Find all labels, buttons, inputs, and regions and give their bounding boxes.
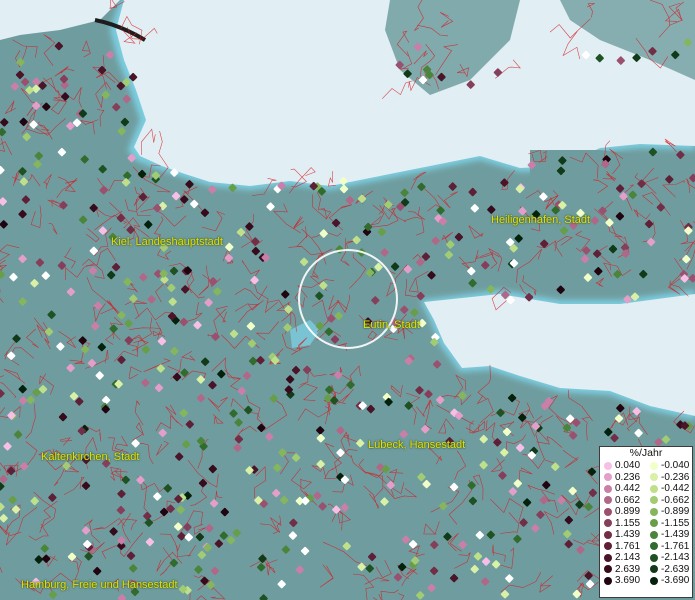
- legend-swatch: [604, 473, 612, 482]
- legend-title: %/Jahr: [629, 447, 663, 459]
- legend-entry-positive: 2.143: [600, 552, 646, 564]
- legend-entry-negative: -0.442: [646, 483, 692, 495]
- legend-entry-positive: 0.662: [600, 495, 646, 507]
- legend-label: 1.439: [615, 529, 641, 540]
- legend-swatch: [604, 461, 612, 470]
- place-label-heiligenhafen: Heiligenhafen, Stadt: [491, 214, 591, 226]
- legend-label: -1.439: [661, 529, 690, 540]
- legend-entry-negative: -2.639: [646, 564, 692, 576]
- legend-negative-column: -0.040 -0.236 -0.442 -0.662 -0.899 -1.155 -1.4…: [646, 460, 692, 587]
- legend-entry-positive: 1.155: [600, 518, 646, 530]
- legend-entry-negative: -0.040: [646, 460, 692, 472]
- map-canvas[interactable]: [0, 0, 695, 600]
- legend-label: 0.899: [615, 506, 641, 517]
- legend-swatch: [604, 542, 612, 551]
- legend-label: 3.690: [615, 575, 641, 586]
- legend-label: -0.662: [661, 494, 690, 506]
- legend-entry-positive: 0.899: [600, 506, 646, 518]
- legend-swatch: [604, 530, 612, 539]
- legend-label: 2.143: [615, 552, 641, 563]
- place-label-eutin: Eutin, Stadt: [363, 319, 420, 331]
- legend-entry-negative: -0.662: [646, 495, 692, 507]
- legend-swatch: [650, 542, 658, 551]
- place-label-kaltenkirchen: Kaltenkirchen, Stadt: [41, 451, 140, 463]
- place-label-kiel: Kiel, Landeshauptstadt: [111, 236, 223, 248]
- legend-entry-negative: -1.155: [646, 518, 692, 530]
- place-label-luebeck: Lübeck, Hansestadt: [368, 439, 466, 451]
- legend-label: 0.236: [615, 471, 641, 483]
- legend: %/Jahr 0.040 0.236 0.442 0.662 0.899 1.155 1.4…: [599, 446, 693, 598]
- legend-label: -0.236: [661, 471, 690, 483]
- legend-entry-positive: 2.639: [600, 564, 646, 576]
- legend-entry-positive: 0.236: [600, 472, 646, 484]
- legend-label: 0.040: [615, 460, 641, 471]
- legend-label: 1.761: [615, 540, 641, 552]
- legend-label: 2.639: [615, 563, 641, 575]
- legend-label: 0.442: [615, 483, 641, 494]
- legend-swatch: [604, 507, 612, 516]
- legend-swatch: [604, 576, 612, 585]
- legend-swatch: [604, 496, 612, 505]
- map-view[interactable]: Kiel, Landeshauptstadt Heiligenhafen, St…: [0, 0, 695, 600]
- legend-label: 0.662: [615, 494, 641, 506]
- legend-swatch: [604, 553, 612, 562]
- legend-positive-column: 0.040 0.236 0.442 0.662 0.899 1.155 1.439 1.761…: [600, 460, 646, 587]
- legend-swatch: [650, 507, 658, 516]
- legend-label: -3.690: [661, 575, 690, 586]
- legend-label: -0.899: [661, 506, 690, 517]
- legend-label: -2.143: [661, 552, 690, 563]
- legend-swatch: [650, 473, 658, 482]
- legend-entry-positive: 0.040: [600, 460, 646, 472]
- legend-label: -2.639: [661, 563, 690, 575]
- legend-label: -1.761: [661, 540, 690, 552]
- legend-label: -0.442: [661, 483, 690, 494]
- legend-label: 1.155: [615, 517, 641, 529]
- legend-entry-positive: 1.439: [600, 529, 646, 541]
- legend-swatch: [650, 565, 658, 574]
- legend-swatch: [604, 565, 612, 574]
- legend-entry-negative: -0.236: [646, 472, 692, 484]
- legend-entry-negative: -1.761: [646, 541, 692, 553]
- legend-entry-positive: 1.761: [600, 541, 646, 553]
- legend-label: -0.040: [661, 460, 690, 471]
- place-label-hamburg: Hamburg, Freie und Hansestadt: [21, 579, 178, 591]
- legend-entry-negative: -3.690: [646, 575, 692, 587]
- legend-swatch: [650, 461, 658, 470]
- legend-entry-positive: 0.442: [600, 483, 646, 495]
- legend-swatch: [604, 484, 612, 493]
- legend-swatch: [650, 484, 658, 493]
- legend-entry-negative: -2.143: [646, 552, 692, 564]
- legend-swatch: [604, 519, 612, 528]
- legend-swatch: [650, 530, 658, 539]
- legend-entry-negative: -0.899: [646, 506, 692, 518]
- legend-swatch: [650, 496, 658, 505]
- legend-swatch: [650, 553, 658, 562]
- legend-swatch: [650, 576, 658, 585]
- legend-entry-negative: -1.439: [646, 529, 692, 541]
- legend-label: -1.155: [661, 517, 690, 529]
- legend-swatch: [650, 519, 658, 528]
- legend-entry-positive: 3.690: [600, 575, 646, 587]
